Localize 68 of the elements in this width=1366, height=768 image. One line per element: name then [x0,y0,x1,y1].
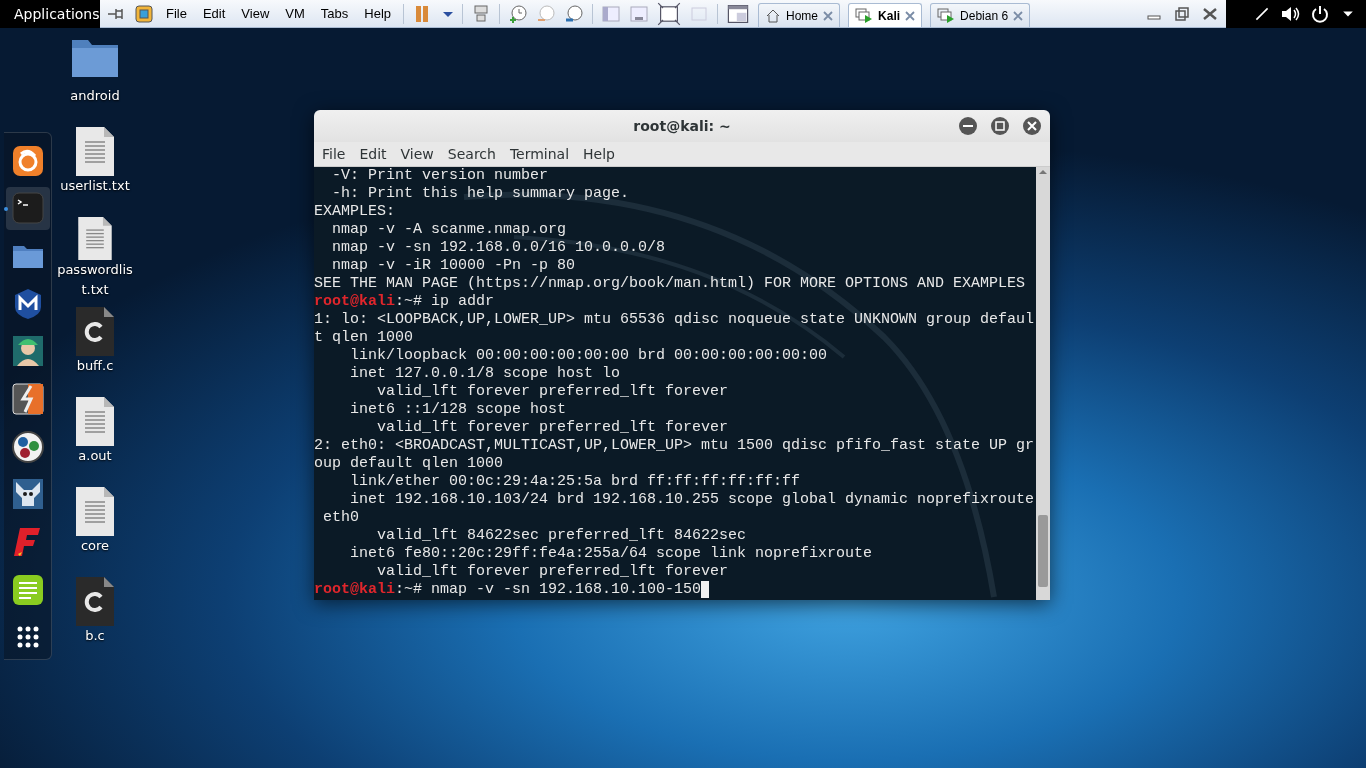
power-icon[interactable] [1310,4,1330,24]
terminal-line: t qlen 1000 [314,329,415,347]
terminal-line: -h: Print this help summary page. [331,185,631,203]
terminal-line: oup default qlen 1000 [314,455,505,473]
terminal-line: valid_lft forever preferred_lft forever [376,383,730,401]
terminal-line: link/ether 00:0c:29:4a:25:5a brd ff:ff:ff:ff:ff:ff [349,473,802,491]
menu-item[interactable]: Help [360,6,396,21]
desktop-icon-label[interactable]: android [70,86,120,106]
terminal-line: link/loopback 00:00:00:00:00:00 brd 00:00:00:00:00:00 [349,347,829,365]
desktop-icon-label[interactable]: userlist.txt [60,176,130,196]
menu-item[interactable]: File [316,146,352,162]
vm-tab[interactable]: Kali [848,3,923,27]
snapshot-icon[interactable] [508,3,529,24]
minimize-icon[interactable] [958,116,978,136]
terminal-line: EXAMPLES: [314,203,396,221]
avatar-icon[interactable] [11,335,44,368]
vm-icon [937,7,956,24]
menu-item[interactable]: Edit [353,146,393,162]
menu-item[interactable]: Help [577,146,621,162]
terminal-line: -V: Print version number [331,167,550,185]
terminal-line: inet6 ::1/128 scope host [349,401,568,419]
window-title: root@kali: ~ [633,118,731,134]
snapshot-manager-icon[interactable] [564,3,585,24]
scrollbar[interactable] [1036,167,1050,600]
prompt-line: root@kali:~# nmap -v -sn 192.168.10.100-150 [314,581,1036,599]
menu-item[interactable]: Terminal [503,146,576,162]
bolt-icon[interactable] [11,383,44,415]
terminal-line: SEE THE MAN PAGE (https://nmap.org/book/man.html) FOR MORE OPTIONS AND EXAMPLES [314,275,1027,293]
desktop-icon-label[interactable]: a.out [78,446,112,466]
desktop-icon-label[interactable]: passwordlist.txt [56,260,134,300]
terminal-line: valid_lft forever preferred_lft forever [376,419,730,437]
terminal-line: 2: eth0: <BROADCAST,MULTICAST,UP,LOWER_UP> mtu 1500 qdisc pfifo_fast state UP gr [314,437,1036,455]
notes-icon[interactable] [11,573,44,606]
close-icon[interactable] [905,10,916,21]
bull-icon[interactable] [11,478,44,511]
terminal-line: inet6 fe80::20c:29ff:fe4a:255a/64 scope link noprefixroute [349,545,874,563]
menu-item[interactable]: Edit [198,6,230,21]
terminal-line: eth0 [322,509,360,527]
terminal-line: nmap -v -sn 192.168.0.0/16 10.0.0.0/8 [331,239,667,257]
close-icon[interactable] [1022,116,1042,136]
console-view-icon[interactable] [629,3,650,24]
terminal-line: inet 192.168.10.103/24 brd 192.168.10.255 scope global dynamic noprefixroute [349,491,1036,509]
terminal-line: nmap -v -A scanme.nmap.org [331,221,568,239]
menu-item[interactable]: Search [441,146,502,162]
menu-item[interactable]: VM [281,6,309,21]
volume-icon[interactable] [1280,4,1300,24]
menu-item[interactable]: View [394,146,440,162]
menu-item[interactable]: Tabs [316,6,353,21]
terminal-line: nmap -v -iR 10000 -Pn -p 80 [331,257,577,275]
circles-icon[interactable] [11,430,44,463]
desktop-icon-label[interactable]: core [80,536,110,556]
vm-icon [855,7,874,24]
vm-logo-icon[interactable] [134,3,154,24]
vm-tab[interactable]: Home [758,3,841,27]
prompt-line: root@kali:~# ip addr [314,293,496,311]
fullscreen-icon[interactable] [657,1,682,26]
terminal-line: valid_lft forever preferred_lft forever [376,563,730,581]
terminal-line: 1: lo: <LOOPBACK,UP,LOWER_UP> mtu 65536 qdisc noqueue state UNKNOWN group defaul [314,311,1036,329]
terminal-line: valid_lft 84622sec preferred_lft 84622sec [376,527,748,545]
desktop-icon-label[interactable]: buff.c [76,356,114,376]
menu-item[interactable]: File [162,6,191,21]
scrollbar-thumb[interactable] [1038,515,1048,587]
desktop-icon-label[interactable]: b.c [85,626,105,646]
terminal-line: inet 127.0.0.1/8 scope host lo [349,365,622,383]
menu-item[interactable]: View [237,6,274,21]
home-icon [765,7,782,24]
maximize-icon[interactable] [990,116,1010,136]
vm-tab[interactable]: Debian 6 [930,3,1031,27]
